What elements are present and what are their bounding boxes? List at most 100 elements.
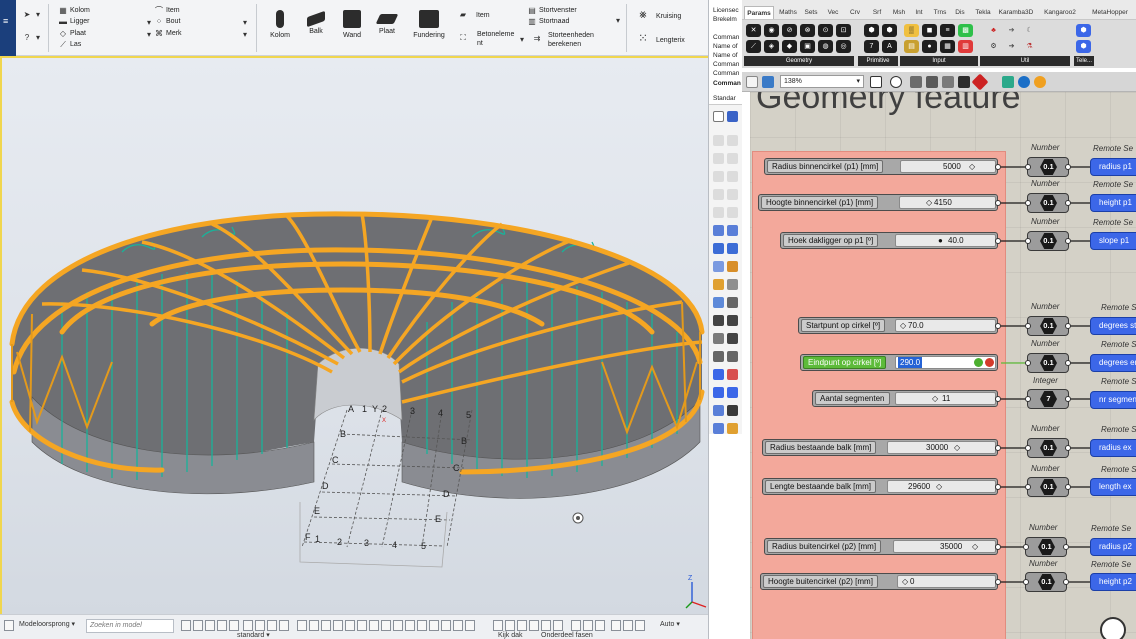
chevron-down-icon[interactable]: ▾ — [33, 10, 43, 19]
tab-karamba3d[interactable]: Karamba3D — [996, 6, 1036, 19]
tab-int[interactable]: Int — [912, 6, 926, 19]
output-pin[interactable] — [995, 200, 1001, 206]
preview-mode-icon[interactable] — [958, 76, 970, 88]
snap-icon[interactable] — [529, 620, 539, 631]
output-pin[interactable] — [1065, 484, 1071, 490]
palette-group-input[interactable]: Input — [900, 56, 978, 66]
component-icon[interactable]: ▒ — [904, 24, 919, 37]
solid-box-icon[interactable] — [713, 243, 724, 254]
snap-icon[interactable] — [429, 620, 439, 631]
number-param[interactable]: 0.1 — [1025, 193, 1071, 213]
component-icon[interactable]: ◎ — [836, 40, 851, 53]
component-icon[interactable]: ▩ — [958, 24, 973, 37]
slider-track[interactable]: 30000 ◇ — [887, 441, 996, 454]
snap-icon[interactable] — [453, 620, 463, 631]
component-icon[interactable]: ⊙ — [818, 24, 833, 37]
chevron-down-icon[interactable]: ▾ — [240, 18, 250, 27]
select-tool-icon[interactable] — [229, 620, 239, 631]
remote-sender[interactable]: radius p1 — [1090, 158, 1136, 176]
tab-metahopper[interactable]: MetaHopper — [1086, 6, 1134, 19]
fundering-button[interactable]: Fundering — [409, 8, 449, 52]
component-icon[interactable]: ▥ — [958, 40, 973, 53]
snap-icon[interactable] — [369, 620, 379, 631]
ribbon-item-stortvenster[interactable]: Stortvenster — [539, 7, 577, 14]
component-icon[interactable]: ⚗ — [1022, 40, 1037, 53]
snap-icon[interactable] — [553, 620, 563, 631]
select-arrow-icon[interactable]: ➤ — [22, 10, 32, 19]
globe-icon[interactable] — [1018, 76, 1030, 88]
curve-icon[interactable] — [727, 153, 738, 164]
model-rendering[interactable]: A 1 Y 2 3 4 5 B C D E F B C D E 1 2 3 4 — [2, 58, 708, 614]
component-icon[interactable]: ⊡ — [836, 24, 851, 37]
new-file-icon[interactable] — [713, 111, 724, 122]
snap-icon[interactable] — [493, 620, 503, 631]
tab-srf[interactable]: Srf — [869, 6, 885, 19]
output-pin[interactable] — [1063, 579, 1069, 585]
paint-icon[interactable] — [727, 423, 738, 434]
ribbon-item-betonelement-1[interactable]: Betoneleme — [477, 31, 514, 38]
output-pin[interactable] — [995, 396, 1001, 402]
array-icon[interactable] — [713, 351, 724, 362]
tab-dis[interactable]: Dis — [952, 6, 968, 19]
snap-icon[interactable] — [309, 620, 319, 631]
chevron-down-icon[interactable]: ▾ — [33, 33, 43, 42]
mirror-icon[interactable] — [727, 351, 738, 362]
slider-hoogte-buitencirkel[interactable]: Hoogte buitencirkel (p2) [mm] ◇ 0 — [760, 573, 1001, 590]
save-icon[interactable] — [727, 111, 738, 122]
trim-icon[interactable] — [713, 315, 724, 326]
component-icon[interactable]: ⟋ — [746, 40, 761, 53]
snap-icon[interactable] — [635, 620, 645, 631]
component-icon[interactable]: ➔ — [1004, 24, 1019, 37]
slider-hoogte-binnencirkel[interactable]: Hoogte binnencirkel (p1) [mm] ◇ 4150 — [758, 194, 1001, 211]
component-icon[interactable]: ▣ — [800, 40, 815, 53]
ribbon-item-kolom[interactable]: Kolom — [70, 7, 90, 14]
zoom-extents-icon[interactable] — [870, 76, 882, 88]
output-pin[interactable] — [1065, 164, 1071, 170]
number-param[interactable]: 0.1 — [1023, 572, 1069, 592]
output-pin[interactable] — [1065, 323, 1071, 329]
remote-sender[interactable]: radius ex — [1090, 439, 1136, 457]
wand-button[interactable]: Wand — [332, 8, 372, 52]
input-pin[interactable] — [1025, 360, 1031, 366]
remote-sender[interactable]: radius p2 — [1090, 538, 1136, 556]
component-icon[interactable]: ◈ — [764, 40, 779, 53]
slider-hoek-dakligger[interactable]: Hoek dakligger op p1 [º] ● 40.0 — [780, 232, 1001, 249]
component-icon[interactable]: ▤ — [904, 40, 919, 53]
snap-icon[interactable] — [611, 620, 621, 631]
remote-sender[interactable]: degrees st — [1090, 317, 1136, 335]
input-pin[interactable] — [1025, 445, 1031, 451]
preview-mode-icon[interactable] — [926, 76, 938, 88]
palette-group-tele[interactable]: Tele... — [1074, 56, 1094, 66]
component-icon[interactable]: ◍ — [818, 40, 833, 53]
snap-icon[interactable] — [333, 620, 343, 631]
input-pin[interactable] — [1025, 396, 1031, 402]
mesh-icon[interactable] — [713, 261, 724, 272]
select-tool-icon[interactable] — [205, 620, 215, 631]
plaat-button[interactable]: Plaat — [367, 8, 407, 52]
snap-icon[interactable] — [357, 620, 367, 631]
zoom-select[interactable]: 138% ▾ — [780, 75, 864, 88]
component-icon[interactable]: ⬢ — [864, 24, 879, 37]
output-pin[interactable] — [995, 164, 1001, 170]
snap-icon[interactable] — [405, 620, 415, 631]
slider-track[interactable]: ◇ 4150 — [899, 196, 996, 209]
remote-sender[interactable]: height p2 — [1090, 573, 1136, 591]
component-icon[interactable]: ⊘ — [782, 24, 797, 37]
menu-icon[interactable]: ≡ — [3, 16, 8, 26]
origin-icon[interactable] — [4, 620, 14, 631]
snap-icon[interactable] — [279, 620, 289, 631]
chevron-down-icon[interactable]: ▾ — [517, 35, 527, 44]
render-icon[interactable] — [1034, 76, 1046, 88]
ribbon-item-lengterix[interactable]: Lengterix — [656, 37, 685, 44]
save-icon[interactable] — [762, 76, 774, 88]
snap-icon[interactable] — [321, 620, 331, 631]
slider-track[interactable]: 35000 ◇ — [893, 540, 996, 553]
dimension-icon[interactable] — [727, 261, 738, 272]
ribbon-item-plaat[interactable]: Plaat — [70, 30, 86, 37]
output-pin[interactable] — [1065, 360, 1071, 366]
slider-grip-icon[interactable]: ◇ — [969, 161, 975, 172]
render-icon[interactable] — [713, 387, 724, 398]
sketch-icon[interactable] — [1002, 76, 1014, 88]
snap-icon[interactable] — [381, 620, 391, 631]
input-pin[interactable] — [1025, 484, 1031, 490]
